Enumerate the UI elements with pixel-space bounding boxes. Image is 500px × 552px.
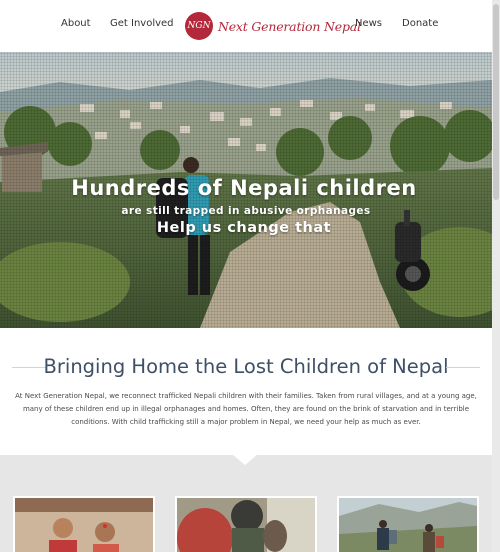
- nav-donate[interactable]: Donate: [402, 18, 438, 29]
- story-card-family[interactable]: [175, 496, 317, 552]
- nav-news[interactable]: News: [355, 18, 382, 29]
- logo-text: Next Generation Nepal: [218, 18, 361, 34]
- logo[interactable]: NGN Next Generation Nepal: [185, 10, 361, 42]
- top-nav: About Get Involved NGN Next Generation N…: [0, 0, 492, 52]
- hero-banner: Hundreds of Nepali children are still tr…: [0, 52, 492, 328]
- mission-title: Bringing Home the Lost Children of Nepal: [43, 355, 449, 378]
- nav-get-involved[interactable]: Get Involved: [110, 18, 174, 29]
- scrollbar-thumb[interactable]: [493, 4, 499, 200]
- mission-body: At Next Generation Nepal, we reconnect t…: [15, 392, 477, 426]
- band-notch: [233, 455, 257, 465]
- story-card-trek[interactable]: [337, 496, 479, 552]
- trek-photo: [339, 498, 477, 552]
- nav-about[interactable]: About: [61, 18, 91, 29]
- title-rule-right: [446, 367, 480, 368]
- ngn-logo-icon: NGN: [185, 12, 213, 40]
- hero-headline: Hundreds of Nepali children: [71, 176, 417, 200]
- hero-cta[interactable]: Help us change that: [0, 220, 490, 236]
- page-scrollbar[interactable]: [492, 0, 500, 552]
- story-card-children[interactable]: [13, 496, 155, 552]
- family-photo: [177, 498, 315, 552]
- children-photo: [15, 498, 153, 552]
- hero-subline: are still trapped in abusive orphanages: [121, 205, 371, 217]
- page: About Get Involved NGN Next Generation N…: [0, 0, 500, 552]
